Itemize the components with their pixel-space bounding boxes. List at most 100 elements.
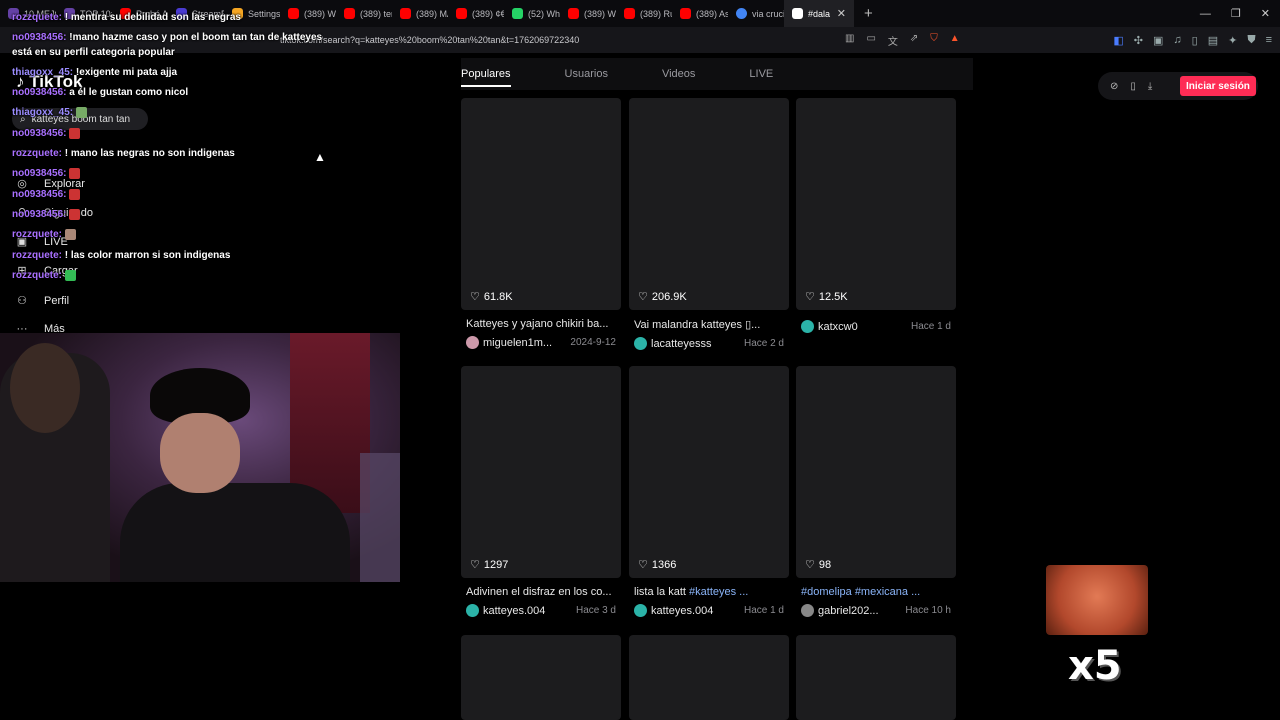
video-caption[interactable]: Katteyes y yajano chikiri ba...	[461, 318, 616, 330]
tab-live[interactable]: LIVE	[749, 68, 773, 80]
close-tab-icon[interactable]: ✕	[837, 7, 846, 20]
phone-icon[interactable]: ▯	[1130, 81, 1136, 92]
devil-emote-icon	[69, 209, 81, 220]
video-card[interactable]: ♡ 206.9K Vai malandra katteyes ▯... lacat…	[629, 98, 789, 350]
post-date: Hace 3 d	[575, 605, 616, 616]
screenshot-icon[interactable]: ▣	[1153, 34, 1163, 47]
username[interactable]: lacatteyesss	[651, 338, 712, 350]
chat-message: rozzquete: ! las color marron si son ind…	[12, 250, 231, 261]
browser-tab[interactable]: (389) ¢€°p	[448, 0, 504, 27]
video-thumbnail[interactable]: ♡ 12.5K	[796, 98, 956, 310]
username[interactable]: katxcw0	[818, 321, 858, 333]
video-thumbnail[interactable]	[461, 635, 621, 720]
username[interactable]: gabriel202...	[818, 605, 879, 617]
video-card[interactable]: ♡ 61.8K Katteyes y yajano chikiri ba... m…	[461, 98, 621, 349]
video-caption[interactable]: lista la katt #katteyes ...	[629, 586, 784, 598]
reader-icon[interactable]: ▥	[845, 33, 854, 48]
chat-message: no0938456: !mano hazme caso y pon el boo…	[12, 32, 323, 43]
post-date: Hace 10 h	[905, 605, 951, 616]
browser-tab[interactable]: (389) Así	[672, 0, 728, 27]
devil-emote-icon	[69, 189, 81, 200]
post-date: 2024-9-12	[570, 337, 616, 348]
video-card[interactable]	[461, 635, 621, 720]
video-thumbnail[interactable]	[629, 635, 789, 720]
chat-message: no0938456:	[12, 209, 81, 220]
video-card[interactable]	[629, 635, 789, 720]
youtube-icon	[288, 8, 299, 19]
video-card[interactable]	[796, 635, 956, 720]
maximize-icon[interactable]: ❐	[1231, 7, 1241, 20]
meme-face-image	[1046, 565, 1148, 635]
login-button[interactable]: Iniciar sesión	[1180, 76, 1256, 96]
video-thumbnail[interactable]: ♡ 1366	[629, 366, 789, 578]
puzzle-icon[interactable]: ✣	[1134, 34, 1143, 47]
heart-icon: ♡	[805, 291, 815, 303]
video-card[interactable]: ♡ 1366 lista la katt #katteyes ... kattey…	[629, 366, 789, 617]
browser-tab[interactable]: (52) What	[504, 0, 560, 27]
tab-usuarios[interactable]: Usuarios	[565, 68, 608, 80]
browser-tab[interactable]: (389) WYA	[280, 0, 336, 27]
video-card[interactable]: ♡ 1297 Adivinen el disfraz en los co... k…	[461, 366, 621, 617]
video-thumbnail[interactable]	[796, 635, 956, 720]
tab-populares[interactable]: Populares	[461, 68, 511, 87]
face-emote-icon	[64, 229, 76, 240]
chat-message: no0938456:	[12, 189, 81, 200]
browser-tab[interactable]: (389) terro	[336, 0, 392, 27]
video-thumbnail[interactable]: ♡ 206.9K	[629, 98, 789, 310]
nav-item-profile[interactable]: ⚇ Perfil	[14, 294, 69, 308]
whatsapp-icon	[512, 8, 523, 19]
wallet-icon[interactable]: ▤	[1208, 34, 1218, 47]
username[interactable]: katteyes.004	[651, 605, 713, 617]
username[interactable]: katteyes.004	[483, 605, 545, 617]
browser-tab[interactable]: via crucis	[728, 0, 784, 27]
sidebar-icon[interactable]: ▯	[1192, 34, 1198, 47]
heart-icon: ♡	[638, 291, 648, 303]
avatar[interactable]	[466, 604, 479, 617]
translate-icon[interactable]: 文	[888, 33, 898, 48]
music-icon[interactable]: ♫	[1173, 34, 1181, 47]
hashtag-link[interactable]: #katteyes ...	[689, 586, 748, 598]
video-thumbnail[interactable]: ♡ 1297	[461, 366, 621, 578]
heart-icon: ♡	[470, 291, 480, 303]
browser-tab[interactable]: (389) Wh	[560, 0, 616, 27]
avatar[interactable]	[801, 320, 814, 333]
video-caption[interactable]: #domelipa #mexicana ...	[796, 586, 951, 598]
avatar[interactable]	[466, 336, 479, 349]
video-card[interactable]: ♡ 12.5K katxcw0 Hace 1 d	[796, 98, 956, 333]
avatar[interactable]	[801, 604, 814, 617]
leo-icon[interactable]: ✦	[1228, 34, 1237, 47]
share-icon[interactable]: ⇗	[910, 33, 918, 48]
chat-message: rozzquete:	[12, 270, 76, 281]
video-card[interactable]: ♡ 98 #domelipa #mexicana ... gabriel202..…	[796, 366, 956, 617]
close-window-icon[interactable]: ✕	[1261, 7, 1270, 20]
youtube-icon	[568, 8, 579, 19]
youtube-icon	[344, 8, 355, 19]
new-tab-button[interactable]: +	[854, 5, 883, 22]
browser-tab-active[interactable]: #dala ✕	[784, 0, 854, 27]
youtube-icon	[400, 8, 411, 19]
menu-icon[interactable]: ≡	[1266, 34, 1272, 47]
extension-icon[interactable]: ◧	[1113, 34, 1123, 47]
browser-tab[interactable]: (389) Run	[616, 0, 672, 27]
username[interactable]: miguelen1m...	[483, 337, 552, 349]
browser-tab[interactable]: (389) MAN	[392, 0, 448, 27]
video-caption[interactable]: Adivinen el disfraz en los co...	[461, 586, 616, 598]
tab-videos[interactable]: Videos	[662, 68, 695, 80]
video-thumbnail[interactable]: ♡ 61.8K	[461, 98, 621, 310]
webcam-feed	[0, 333, 400, 582]
video-thumbnail[interactable]: ♡ 98	[796, 366, 956, 578]
minimize-icon[interactable]: —	[1200, 8, 1211, 20]
avatar[interactable]	[634, 604, 647, 617]
vpn-icon[interactable]: ⛊	[1247, 34, 1255, 47]
download-icon[interactable]: ⤓	[1148, 81, 1152, 92]
profile-icon: ⚇	[17, 295, 27, 307]
video-caption[interactable]: Vai malandra katteyes ▯...	[629, 318, 784, 331]
chat-message: rozzquete:	[12, 229, 76, 240]
coins-icon[interactable]: ⊘	[1110, 81, 1118, 92]
hashtag-link[interactable]: #domelipa #mexicana ...	[801, 586, 920, 598]
rewards-icon[interactable]: ▲	[950, 33, 960, 48]
cast-icon[interactable]: ▭	[866, 33, 875, 48]
avatar[interactable]	[634, 337, 647, 350]
brave-shield-icon[interactable]: ⛉	[930, 33, 938, 48]
url-text[interactable]: tiktok.com/search?q=katteyes%20boom%20ta…	[280, 35, 579, 45]
